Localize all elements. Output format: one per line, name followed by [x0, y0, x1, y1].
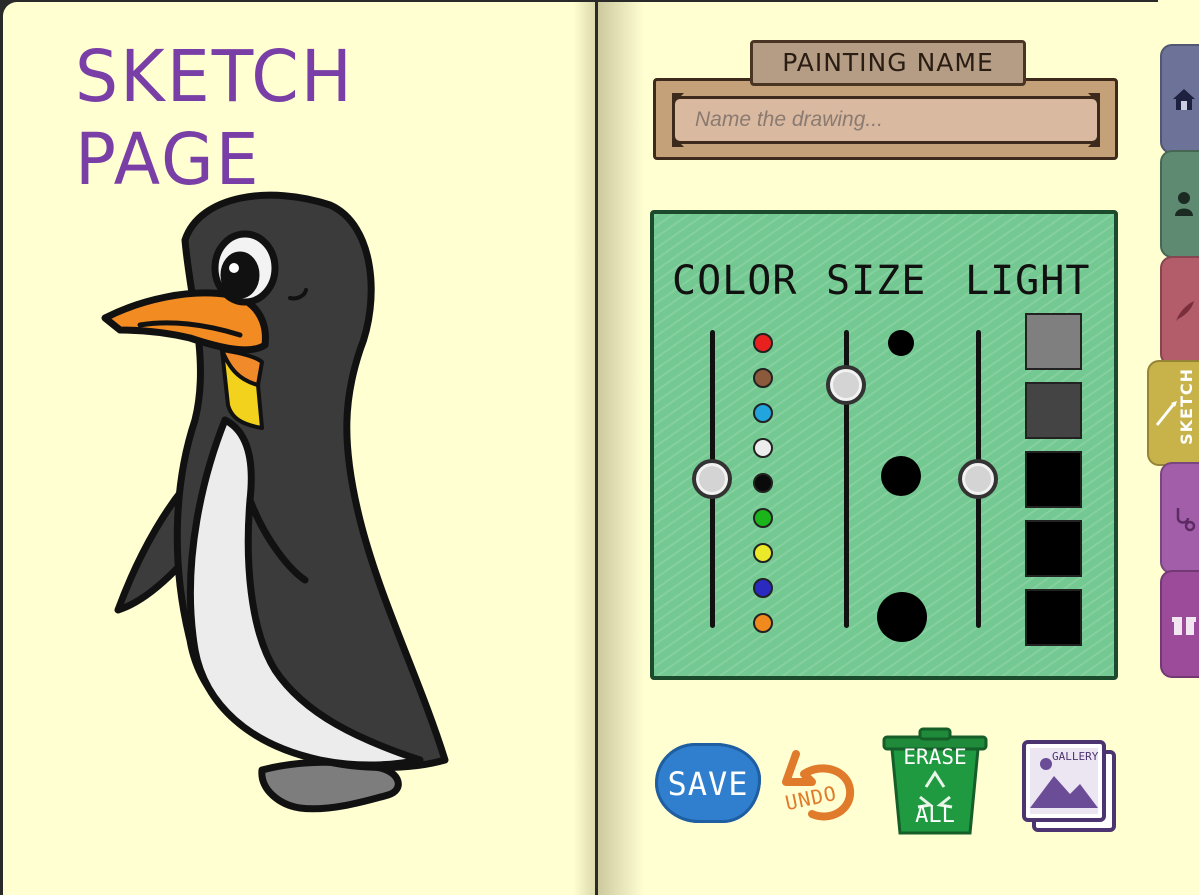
tab-home[interactable] [1160, 44, 1199, 154]
tab-sketch-label: SKETCH [1177, 368, 1196, 445]
light-level-swatch[interactable] [1025, 382, 1082, 439]
color-swatch[interactable] [753, 368, 773, 388]
painting-name-input[interactable] [672, 96, 1100, 144]
feather-icon [1176, 301, 1194, 321]
light-slider-knob[interactable] [958, 459, 998, 499]
brush-size-medium[interactable] [881, 456, 921, 496]
gallery-label: GALLERY [1052, 750, 1099, 763]
light-label: LIGHT [965, 258, 1091, 304]
brush-size-small[interactable] [888, 330, 914, 356]
erase-label: ERASE [903, 745, 967, 769]
sketch-canvas[interactable] [0, 0, 600, 895]
size-label: SIZE [826, 258, 927, 304]
tab-character[interactable] [1160, 150, 1199, 258]
size-slider-knob[interactable] [826, 365, 866, 405]
light-level-swatch[interactable] [1025, 589, 1082, 646]
brush-size-large[interactable] [877, 592, 927, 642]
painting-name-plaque: PAINTING NAME [750, 40, 1026, 86]
house-icon [1173, 89, 1195, 110]
color-swatch[interactable] [753, 403, 773, 423]
tab-doctor[interactable] [1160, 462, 1199, 574]
color-swatch[interactable] [753, 438, 773, 458]
light-level-swatch[interactable] [1025, 313, 1082, 370]
stethoscope-icon [1176, 508, 1196, 532]
save-button[interactable]: SAVE [655, 743, 761, 823]
color-swatch[interactable] [753, 613, 773, 633]
person-icon [1175, 192, 1193, 216]
color-swatch[interactable] [753, 578, 773, 598]
color-swatch[interactable] [753, 508, 773, 528]
color-slider-knob[interactable] [692, 459, 732, 499]
light-level-swatch[interactable] [1025, 520, 1082, 577]
erase-all-label: ALL [915, 803, 955, 828]
tab-gift[interactable] [1160, 570, 1199, 678]
tab-write[interactable] [1160, 256, 1199, 366]
color-swatch[interactable] [753, 543, 773, 563]
color-swatch[interactable] [753, 333, 773, 353]
color-label: COLOR [672, 258, 798, 304]
penguin-drawing [101, 191, 449, 813]
light-level-swatch[interactable] [1025, 451, 1082, 508]
gift-icon [1172, 617, 1196, 635]
color-swatch[interactable] [753, 473, 773, 493]
